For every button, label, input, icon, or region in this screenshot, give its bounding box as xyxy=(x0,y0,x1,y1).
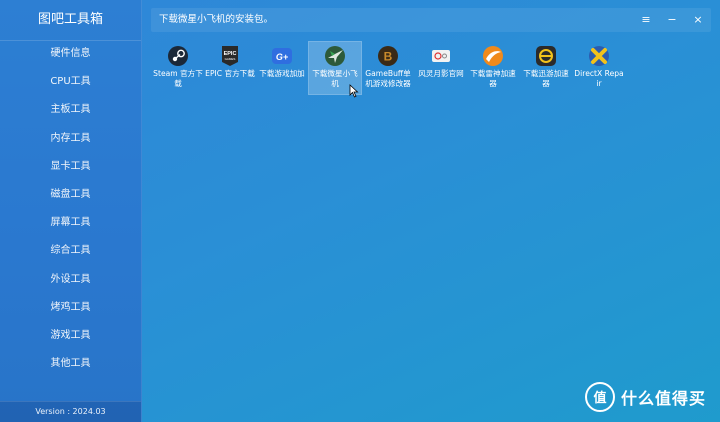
app-title: 图吧工具箱 xyxy=(0,0,141,41)
afterburner-icon xyxy=(325,46,345,66)
app-label: 下载迅游加速器 xyxy=(523,69,569,88)
steam-icon xyxy=(168,46,188,66)
sidebar-item-motherboard-tools[interactable]: 主板工具 xyxy=(0,96,141,124)
sidebar-menu: 硬件信息 CPU工具 主板工具 内存工具 显卡工具 磁盘工具 屏幕工具 综合工具… xyxy=(0,40,141,378)
app-wemod-site[interactable]: 风灵月影官网 xyxy=(415,42,467,94)
sidebar-item-gpu-tools[interactable]: 显卡工具 xyxy=(0,153,141,181)
directx-icon xyxy=(589,46,609,66)
app-directx-repair[interactable]: DirectX Repair xyxy=(573,42,625,94)
epic-games-icon: EPIC GAMES xyxy=(222,46,238,66)
minimize-button[interactable]: − xyxy=(661,8,683,32)
watermark-text: 什么值得买 xyxy=(620,389,706,408)
app-label: 风灵月影官网 xyxy=(418,69,464,78)
svg-text:G+: G+ xyxy=(276,52,289,62)
sidebar-item-other-tools[interactable]: 其他工具 xyxy=(0,350,141,378)
game-plus-icon: G+ xyxy=(272,48,292,64)
sidebar-item-hardware-info[interactable]: 硬件信息 xyxy=(0,40,141,68)
menu-button[interactable]: ≡ xyxy=(635,8,657,32)
mouse-cursor-icon xyxy=(349,84,359,98)
xunyou-icon xyxy=(536,46,556,66)
sidebar-item-cpu-tools[interactable]: CPU工具 xyxy=(0,68,141,96)
leishen-icon xyxy=(483,46,503,66)
sidebar: 图吧工具箱 硬件信息 CPU工具 主板工具 内存工具 显卡工具 磁盘工具 屏幕工… xyxy=(0,0,142,422)
sidebar-item-stress-tools[interactable]: 烤鸡工具 xyxy=(0,294,141,322)
app-label: 下载游戏加加 xyxy=(259,69,305,78)
app-gamebuff[interactable]: B GameBuff单机游戏修改器 xyxy=(362,42,414,94)
sidebar-item-general-tools[interactable]: 综合工具 xyxy=(0,237,141,265)
gamebuff-icon: B xyxy=(378,46,398,66)
status-bar: 下载微星小飞机的安装包。 ≡ − × xyxy=(151,8,711,32)
sidebar-item-game-tools[interactable]: 游戏工具 xyxy=(0,322,141,350)
sidebar-item-peripheral-tools[interactable]: 外设工具 xyxy=(0,266,141,294)
app-label: Steam 官方下载 xyxy=(153,69,203,88)
app-game-plus[interactable]: G+ 下载游戏加加 xyxy=(256,42,308,94)
close-button[interactable]: × xyxy=(687,8,709,32)
app-epic[interactable]: EPIC GAMES EPIC 官方下载 xyxy=(204,42,256,94)
status-text: 下载微星小飞机的安装包。 xyxy=(159,14,274,25)
app-label: EPIC 官方下载 xyxy=(205,69,255,78)
sidebar-item-memory-tools[interactable]: 内存工具 xyxy=(0,125,141,153)
svg-text:值: 值 xyxy=(593,390,606,406)
app-label: DirectX Repair xyxy=(574,69,624,88)
app-label: 下载雷神加速器 xyxy=(470,69,516,88)
app-label: GameBuff单机游戏修改器 xyxy=(365,69,411,88)
app-leishen[interactable]: 下载雷神加速器 xyxy=(467,42,519,94)
wemod-site-icon xyxy=(432,50,450,62)
sidebar-item-screen-tools[interactable]: 屏幕工具 xyxy=(0,209,141,237)
app-steam[interactable]: Steam 官方下载 xyxy=(152,42,204,94)
sidebar-item-disk-tools[interactable]: 磁盘工具 xyxy=(0,181,141,209)
smzdm-logo-icon: 值 xyxy=(584,382,615,412)
svg-text:GAMES: GAMES xyxy=(225,57,236,61)
app-xunyou[interactable]: 下载迅游加速器 xyxy=(520,42,572,94)
watermark: 值 什么值得买 xyxy=(584,382,706,412)
app-grid: Steam 官方下载 EPIC GAMES EPIC 官方下载 G+ 下载游戏加… xyxy=(152,41,712,102)
svg-text:B: B xyxy=(384,50,393,64)
version-label: Version : 2024.03 xyxy=(0,401,141,422)
